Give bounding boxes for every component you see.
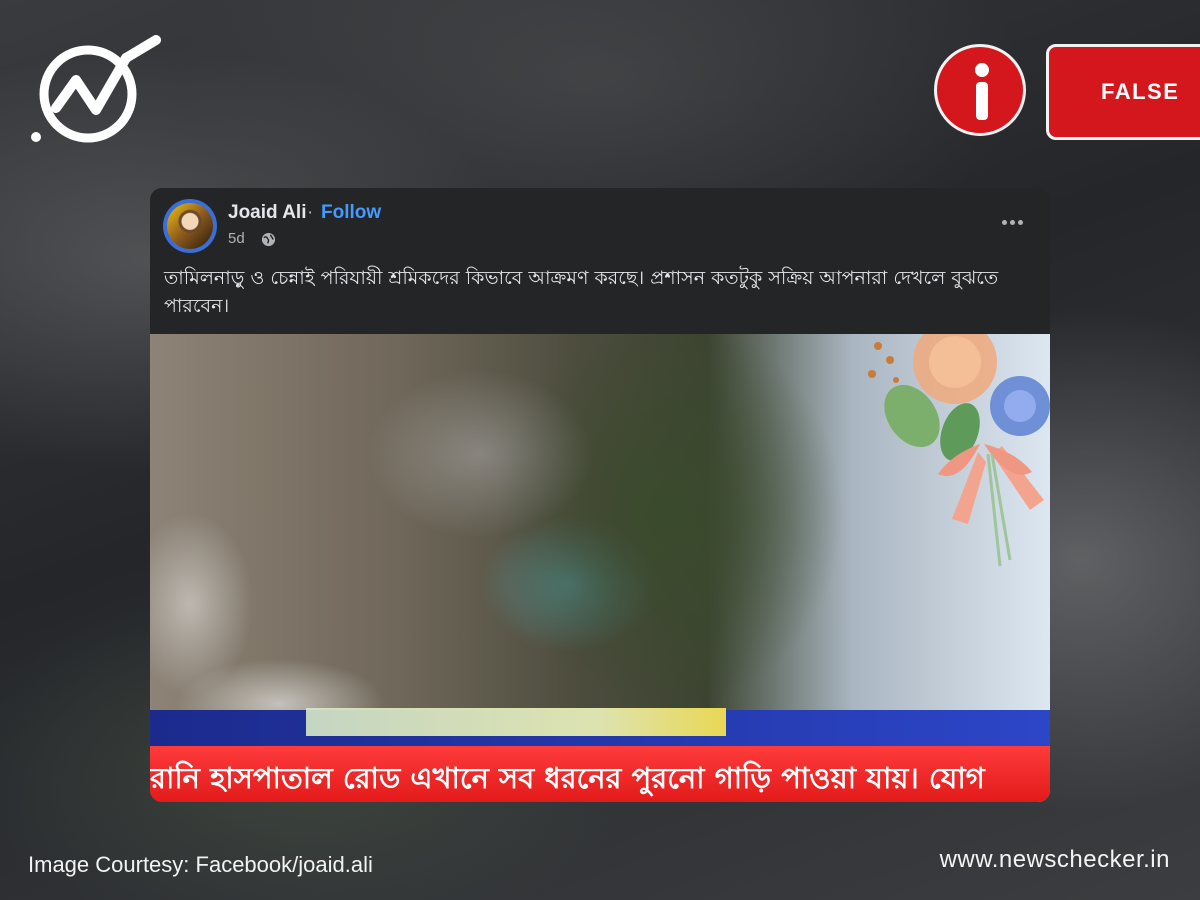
verdict-badge: FALSE [1046,44,1200,140]
news-ticker-label [306,708,726,736]
verdict-label: FALSE [1101,79,1180,104]
flower-bouquet-graphic [868,334,1050,567]
video-player[interactable]: রানি হাসপাতাল রোড এখানে সব ধরনের পুরনো গ… [150,334,1050,802]
newschecker-logo [31,35,161,143]
post-caption: তামিলনাড়ু ও চেন্নাই পরিযায়ী শ্রমিকদের … [164,267,999,317]
image-courtesy: Image Courtesy: Facebook/joaid.ali [28,852,373,877]
globe-icon [261,232,276,247]
avatar[interactable] [163,199,217,253]
info-icon [934,44,1026,136]
post-author[interactable]: Joaid Ali [228,202,306,224]
website-url: www.newschecker.in [939,846,1170,873]
more-options-icon[interactable] [1002,210,1028,225]
news-ticker-text: রানি হাসপাতাল রোড এখানে সব ধরনের পুরনো গ… [150,761,985,795]
follow-button[interactable]: Follow [321,202,381,224]
post-timestamp[interactable]: 5d [228,230,245,247]
facebook-post: Joaid Ali · Follow 5d তামিলনাড়ু ও চেন্ন… [150,188,1050,802]
separator-dot: · [307,202,314,223]
